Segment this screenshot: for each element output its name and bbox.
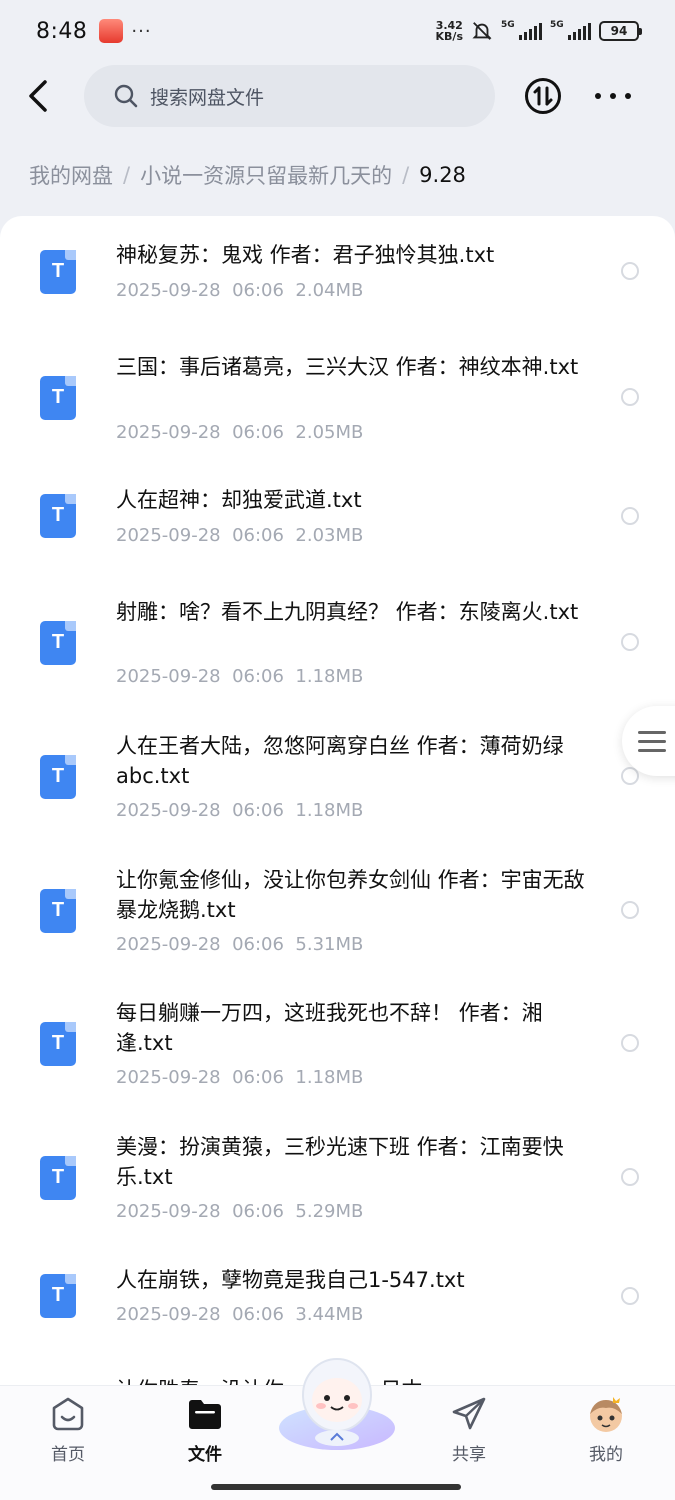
select-radio[interactable] — [621, 388, 639, 406]
txt-file-icon: T — [40, 889, 76, 933]
file-name: 射雕：啥？看不上九阴真经？ 作者：东陵离火.txt — [116, 600, 579, 624]
file-meta: 2025-09-28 06:06 2.05MB — [116, 422, 364, 443]
txt-file-icon: T — [40, 1274, 76, 1318]
app-notification-icon — [99, 19, 124, 43]
txt-file-icon: T — [40, 250, 76, 294]
nav-mine-label: 我的 — [589, 1445, 623, 1465]
signal-2-label: 5G — [550, 20, 564, 30]
file-name: 人在崩铁，孽物竟是我自己1-547.txt — [116, 1268, 465, 1292]
txt-file-icon: T — [40, 621, 76, 665]
file-meta: 2025-09-28 06:06 2.04MB — [116, 280, 364, 301]
status-time: 8:48 — [36, 18, 88, 44]
file-meta: 2025-09-28 06:06 1.18MB — [116, 666, 364, 687]
file-meta: 2025-09-28 06:06 3.44MB — [116, 1304, 364, 1325]
more-options-button[interactable] — [593, 82, 633, 110]
breadcrumb: 我的网盘 / 小说一资源只留最新几天的 / 9.28 — [29, 160, 466, 190]
back-button[interactable] — [20, 76, 56, 116]
transfer-icon[interactable] — [524, 77, 562, 115]
bell-muted-icon — [472, 22, 492, 40]
folder-icon — [189, 1400, 221, 1429]
breadcrumb-separator: / — [123, 163, 131, 187]
file-name: 让你氪金修仙，没让你包养女剑仙 作者：宇宙无敌暴龙烧鹅.txt — [116, 868, 585, 922]
select-radio[interactable] — [621, 1168, 639, 1186]
status-more-icon: ··· — [131, 20, 152, 42]
select-radio[interactable] — [621, 633, 639, 651]
txt-file-icon: T — [40, 494, 76, 538]
signal-2-icon: 5G — [550, 20, 591, 40]
file-name: 人在超神：却独爱武道.txt — [116, 488, 362, 512]
select-radio[interactable] — [621, 262, 639, 280]
signal-1-icon: 5G — [501, 20, 542, 40]
select-radio[interactable] — [621, 1034, 639, 1052]
net-speed-unit: KB/s — [435, 30, 463, 43]
breadcrumb-separator: / — [402, 163, 410, 187]
txt-file-icon: T — [40, 755, 76, 799]
select-radio[interactable] — [621, 901, 639, 919]
nav-share[interactable]: 共享 — [424, 1394, 514, 1465]
select-radio[interactable] — [621, 507, 639, 525]
net-speed: 3.42 KB/s — [436, 20, 463, 42]
breadcrumb-item-folder[interactable]: 小说一资源只留最新几天的 — [140, 160, 392, 190]
file-name: 每日躺赚一万四，这班我死也不辞！ 作者：湘逢.txt — [116, 1001, 543, 1055]
header: 搜索网盘文件 — [0, 64, 675, 128]
select-radio[interactable] — [621, 1287, 639, 1305]
chevron-left-icon — [29, 80, 47, 112]
status-bar: 8:48 ··· 3.42 KB/s 5G 5G 94 — [0, 0, 675, 62]
breadcrumb-item-root[interactable]: 我的网盘 — [29, 160, 113, 190]
nav-home-label: 首页 — [51, 1445, 85, 1465]
file-meta: 2025-09-28 06:06 1.18MB — [116, 1067, 364, 1088]
send-icon — [452, 1397, 486, 1430]
txt-file-icon: T — [40, 376, 76, 420]
battery-icon: 94 — [599, 21, 642, 41]
file-name: 人在王者大陆，忽悠阿离穿白丝 作者：薄荷奶绿abc.txt — [116, 734, 564, 788]
file-meta: 2025-09-28 06:06 1.18MB — [116, 800, 364, 821]
nav-home[interactable]: 首页 — [23, 1394, 113, 1465]
txt-file-icon: T — [40, 1022, 76, 1066]
file-meta: 2025-09-28 06:06 2.03MB — [116, 525, 364, 546]
file-name: 美漫：扮演黄猿，三秒光速下班 作者：江南要快乐.txt — [116, 1135, 564, 1189]
nav-files[interactable]: 文件 — [160, 1394, 250, 1465]
file-meta: 2025-09-28 06:06 5.31MB — [116, 934, 364, 955]
search-icon — [114, 84, 138, 108]
signal-1-label: 5G — [501, 20, 515, 30]
avatar-icon — [590, 1397, 622, 1432]
txt-file-icon: T — [40, 1156, 76, 1200]
nav-files-label: 文件 — [188, 1445, 222, 1465]
file-name: 神秘复苏：鬼戏 作者：君子独怜其独.txt — [116, 243, 495, 267]
file-name: 三国：事后诸葛亮，三兴大汉 作者：神纹本神.txt — [116, 355, 579, 379]
breadcrumb-current: 9.28 — [419, 163, 466, 187]
mascot-assistant-icon[interactable] — [275, 1350, 400, 1455]
home-indicator — [211, 1484, 461, 1490]
file-meta: 2025-09-28 06:06 5.29MB — [116, 1201, 364, 1222]
status-right: 3.42 KB/s 5G 5G 94 — [436, 20, 642, 42]
search-input[interactable]: 搜索网盘文件 — [84, 65, 495, 127]
search-placeholder: 搜索网盘文件 — [150, 86, 265, 109]
nav-share-label: 共享 — [452, 1445, 486, 1465]
nav-mine[interactable]: 我的 — [561, 1394, 651, 1465]
home-icon — [52, 1397, 84, 1431]
